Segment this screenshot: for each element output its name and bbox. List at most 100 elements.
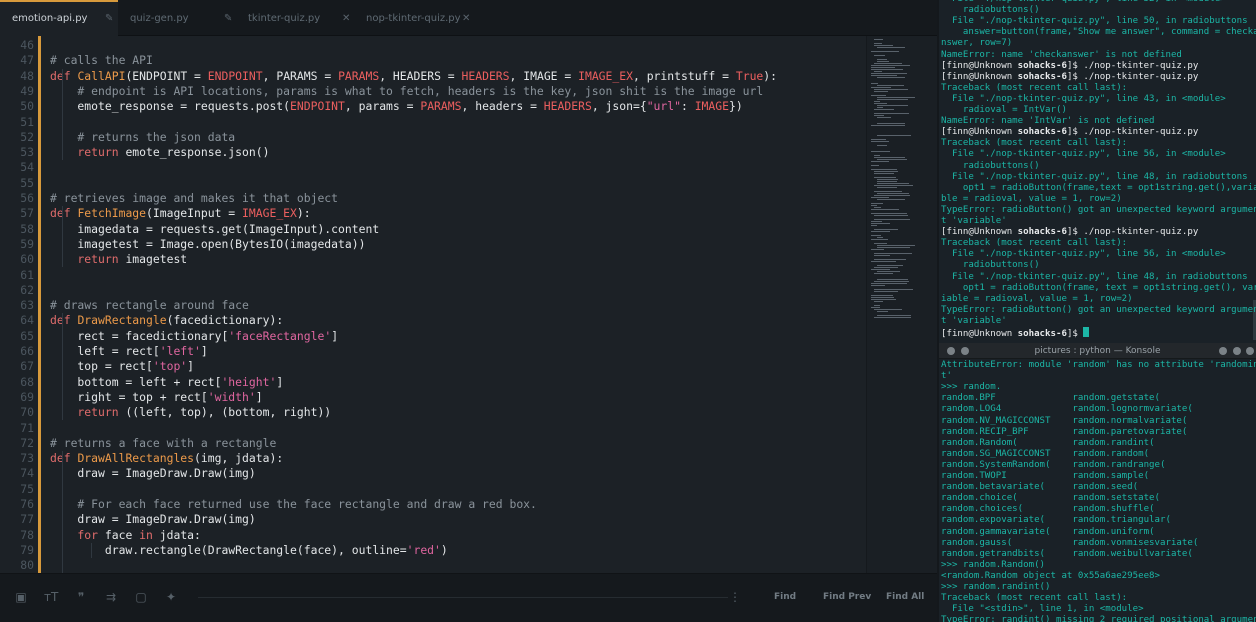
code-line[interactable]: top = rect['top'] [50,359,194,374]
code-line[interactable]: draw = ImageDraw.Draw(img) [50,466,255,481]
code-token: ) [440,542,448,557]
code-line[interactable]: emote_response = requests.post(ENDPOINT,… [50,99,742,114]
find-all-button[interactable]: Find All [886,592,924,602]
konsole-line: random.getrandbits( random.weibullvariat… [941,548,1193,559]
minimap-line [877,105,908,106]
code-line[interactable]: return ((left, top), (bottom, right)) [50,405,331,420]
selection-icon[interactable]: ▢ [134,590,148,604]
code-line[interactable]: # returns the json data [50,130,235,145]
terminal-line: NameError: name 'IntVar' is not defined [941,116,1155,127]
maximize-icon[interactable] [1233,347,1241,355]
code-line[interactable]: # calls the API [50,53,153,68]
tab-close-icon[interactable]: ✕ [462,0,470,38]
minimap-line [874,309,902,310]
code-token: ): [763,68,778,83]
minimap-line [874,195,910,196]
find-prev-button[interactable]: Find Prev [823,592,871,602]
line-number: 60 [20,252,34,267]
line-number: 78 [20,527,34,542]
minimap-line [871,261,896,262]
konsole-line: random.SystemRandom( random.randrange( [941,459,1166,470]
more-options-icon[interactable]: ⋮ [728,590,742,604]
code-line[interactable]: def FetchImage(ImageInput = IMAGE_EX): [50,206,311,221]
line-number: 54 [20,160,34,175]
code-area[interactable]: # calls the API def CallAPI(ENDPOINT = EN… [38,36,864,573]
minimap-line [871,151,890,152]
find-input[interactable] [198,597,728,598]
terminal-konsole[interactable]: pictures : python — Konsole AttributeErr… [939,343,1256,622]
line-number: 59 [20,236,34,251]
terminal-line: [finn@Unknown sohacks-6]$ [941,327,1090,339]
minimize-icon[interactable] [1219,347,1227,355]
minimap-line [874,115,884,116]
code-token: HEADERS [461,68,510,83]
code-token: "url" [646,99,681,114]
tab-tkinter-quiz[interactable]: tkinter-quiz.py [236,0,354,36]
code-token: , HEADERS = [379,68,462,83]
code-line[interactable]: def CallAPI(ENDPOINT = ENDPOINT, PARAMS … [50,69,777,84]
code-line[interactable]: def DrawAllRectangles(img, jdata): [50,451,283,466]
minimap-line [871,75,897,76]
quote-icon[interactable]: ❞ [74,590,88,604]
minimap-line [871,307,880,308]
code-line[interactable]: right = top + rect['width'] [50,389,263,405]
konsole-titlebar: pictures : python — Konsole [939,343,1256,359]
code-token: , IMAGE = [509,68,579,83]
code-line[interactable]: rect = facedictionary['faceRectangle'] [50,329,338,344]
code-line[interactable]: # draws rectangle around face [50,298,249,313]
code-line[interactable]: return emote_response.json() [50,145,269,160]
wrap-icon[interactable]: ⇉ [104,590,118,604]
code-line[interactable]: # returns a face with a rectangle [50,436,276,451]
code-token: draw = ImageDraw.Draw(img) [50,512,256,527]
code-line[interactable]: draw = ImageDraw.Draw(img) [50,512,256,527]
prompt-command: ]$ ./nop-tkinter-quiz.py [1066,227,1199,238]
code-line[interactable]: # retrieves image and makes it that obje… [50,191,338,206]
code-line[interactable]: imagetest = Image.open(BytesIO(imagedata… [50,237,365,252]
code-token: right = top + rect[ [50,389,208,404]
highlight-icon[interactable]: ✦ [164,590,178,604]
regex-toggle-icon[interactable]: ▣ [14,590,28,604]
konsole-line: File "<stdin>", line 1, in <module> [941,604,1144,615]
minimap-line [871,165,879,166]
tab-modified-icon[interactable]: ✎ [105,0,113,38]
code-token: emote_response.json() [125,145,270,160]
code-line[interactable]: left = rect['left'] [50,344,207,359]
minimap-line [871,235,881,236]
code-line[interactable]: def DrawRectangle(facedictionary): [50,313,283,328]
code-token: (ImageInput = [146,206,243,221]
line-number: 80 [20,558,34,573]
minimap-line [871,249,884,250]
terminal-line: File "./nop-tkinter-quiz.py", line 56, i… [941,149,1226,160]
code-token: top = rect[ [50,359,153,374]
line-number: 51 [20,114,34,129]
minimap-line [877,47,905,48]
code-token: emote_response = requests.post( [50,99,291,114]
tab-close-icon[interactable]: ✕ [342,0,350,38]
terminal-top[interactable]: File "./nop-tkinter-quiz.py", line 52, i… [939,0,1256,343]
tab-emotion-api[interactable]: emotion-api.py [0,0,118,36]
code-line[interactable]: draw.rectangle(DrawRectangle(face), outl… [50,543,448,558]
code-line[interactable]: imagedata = requests.get(ImageInput).con… [50,222,379,237]
terminal-line: Traceback (most recent call last): [941,82,1128,93]
minimap-line [877,237,883,238]
minimap-line [871,205,877,206]
find-bar: ▣ ᴛT ❞ ⇉ ▢ ✦ ⋮ Find Find Prev Find All [0,573,937,622]
line-number: 58 [20,221,34,236]
code-line[interactable]: return imagetest [50,252,187,267]
tab-nop-tkinter-quiz[interactable]: nop-tkinter-quiz.py [354,0,472,36]
code-line[interactable]: for face in jdata: [50,528,200,543]
close-icon[interactable] [1246,347,1254,355]
code-token: ] [255,389,263,404]
minimap[interactable] [866,36,937,573]
code-line[interactable]: bottom = left + rect['height'] [50,375,283,390]
minimap-line [874,173,894,174]
tab-quiz-gen[interactable]: quiz-gen.py [118,0,236,36]
code-token: , PARAMS = [262,68,339,83]
minimap-line [874,281,909,282]
code-token: # calls the API [50,53,153,68]
case-sensitive-icon[interactable]: ᴛT [44,590,58,604]
find-button[interactable]: Find [774,592,796,602]
tab-modified-icon[interactable]: ✎ [224,0,232,38]
code-line[interactable]: # endpoint is API locations, params is w… [50,84,763,99]
code-line[interactable]: # For each face returned use the face re… [50,497,536,512]
